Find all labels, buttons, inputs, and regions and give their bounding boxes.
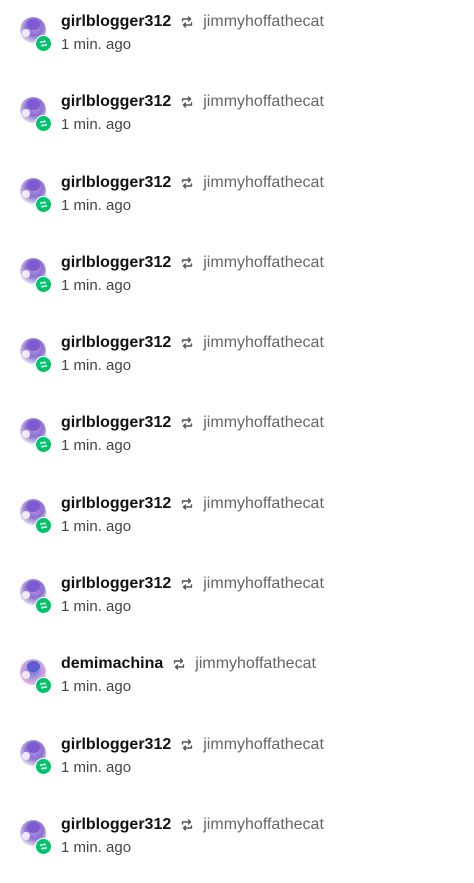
note-row[interactable]: girlblogger312 jimmyhoffathecat 1 min. a… (0, 321, 474, 401)
note-row[interactable]: girlblogger312 jimmyhoffathecat 1 min. a… (0, 803, 474, 883)
reblog-icon (180, 577, 194, 591)
blog-name-link[interactable]: girlblogger312 (61, 334, 171, 352)
timestamp: 1 min. ago (61, 36, 132, 53)
notes-list: girlblogger312 jimmyhoffathecat 1 min. a… (0, 0, 474, 876)
reblog-badge-icon (35, 115, 52, 132)
reblog-badge-icon (35, 597, 52, 614)
reblogged-from-link[interactable]: jimmyhoffathecat (203, 93, 324, 111)
reblog-icon (180, 416, 194, 430)
timestamp: 1 min. ago (61, 437, 132, 454)
note-row[interactable]: girlblogger312 jimmyhoffathecat 1 min. a… (0, 723, 474, 803)
reblog-icon (180, 738, 194, 752)
reblog-badge-icon (35, 276, 52, 293)
reblog-badge-icon (35, 758, 52, 775)
note-row[interactable]: girlblogger312 jimmyhoffathecat 1 min. a… (0, 241, 474, 321)
blog-name-link[interactable]: girlblogger312 (61, 575, 171, 593)
reblog-icon (180, 497, 194, 511)
note-row[interactable]: girlblogger312 jimmyhoffathecat 1 min. a… (0, 80, 474, 160)
reblogged-from-link[interactable]: jimmyhoffathecat (203, 174, 324, 192)
timestamp: 1 min. ago (61, 598, 132, 615)
reblogged-from-link[interactable]: jimmyhoffathecat (203, 254, 324, 272)
reblogged-from-link[interactable]: jimmyhoffathecat (203, 495, 324, 513)
blog-name-link[interactable]: girlblogger312 (61, 495, 171, 513)
note-row[interactable]: girlblogger312 jimmyhoffathecat 1 min. a… (0, 0, 474, 80)
reblogged-from-link[interactable]: jimmyhoffathecat (195, 655, 316, 673)
reblogged-from-link[interactable]: jimmyhoffathecat (203, 736, 324, 754)
reblog-badge-icon (35, 436, 52, 453)
reblogged-from-link[interactable]: jimmyhoffathecat (203, 575, 324, 593)
blog-name-link[interactable]: girlblogger312 (61, 174, 171, 192)
reblog-icon (180, 176, 194, 190)
reblog-badge-icon (35, 517, 52, 534)
reblog-icon (180, 818, 194, 832)
timestamp: 1 min. ago (61, 839, 132, 856)
blog-name-link[interactable]: demimachina (61, 655, 163, 673)
reblog-icon (180, 15, 194, 29)
reblog-badge-icon (35, 35, 52, 52)
note-row[interactable]: girlblogger312 jimmyhoffathecat 1 min. a… (0, 482, 474, 562)
reblog-badge-icon (35, 677, 52, 694)
timestamp: 1 min. ago (61, 277, 132, 294)
blog-name-link[interactable]: girlblogger312 (61, 254, 171, 272)
timestamp: 1 min. ago (61, 357, 132, 374)
note-row[interactable]: girlblogger312 jimmyhoffathecat 1 min. a… (0, 401, 474, 481)
reblogged-from-link[interactable]: jimmyhoffathecat (203, 414, 324, 432)
reblog-icon (180, 256, 194, 270)
blog-name-link[interactable]: girlblogger312 (61, 736, 171, 754)
reblog-badge-icon (35, 838, 52, 855)
note-row[interactable]: girlblogger312 jimmyhoffathecat 1 min. a… (0, 562, 474, 642)
reblog-icon (172, 657, 186, 671)
timestamp: 1 min. ago (61, 759, 132, 776)
timestamp: 1 min. ago (61, 116, 132, 133)
note-row[interactable]: demimachina jimmyhoffathecat 1 min. ago (0, 642, 474, 722)
blog-name-link[interactable]: girlblogger312 (61, 414, 171, 432)
timestamp: 1 min. ago (61, 197, 132, 214)
reblog-badge-icon (35, 356, 52, 373)
timestamp: 1 min. ago (61, 518, 132, 535)
blog-name-link[interactable]: girlblogger312 (61, 93, 171, 111)
blog-name-link[interactable]: girlblogger312 (61, 816, 171, 834)
reblog-icon (180, 95, 194, 109)
reblogged-from-link[interactable]: jimmyhoffathecat (203, 334, 324, 352)
reblog-badge-icon (35, 196, 52, 213)
reblogged-from-link[interactable]: jimmyhoffathecat (203, 13, 324, 31)
reblog-icon (180, 336, 194, 350)
blog-name-link[interactable]: girlblogger312 (61, 13, 171, 31)
reblogged-from-link[interactable]: jimmyhoffathecat (203, 816, 324, 834)
note-row[interactable]: girlblogger312 jimmyhoffathecat 1 min. a… (0, 161, 474, 241)
timestamp: 1 min. ago (61, 678, 132, 695)
